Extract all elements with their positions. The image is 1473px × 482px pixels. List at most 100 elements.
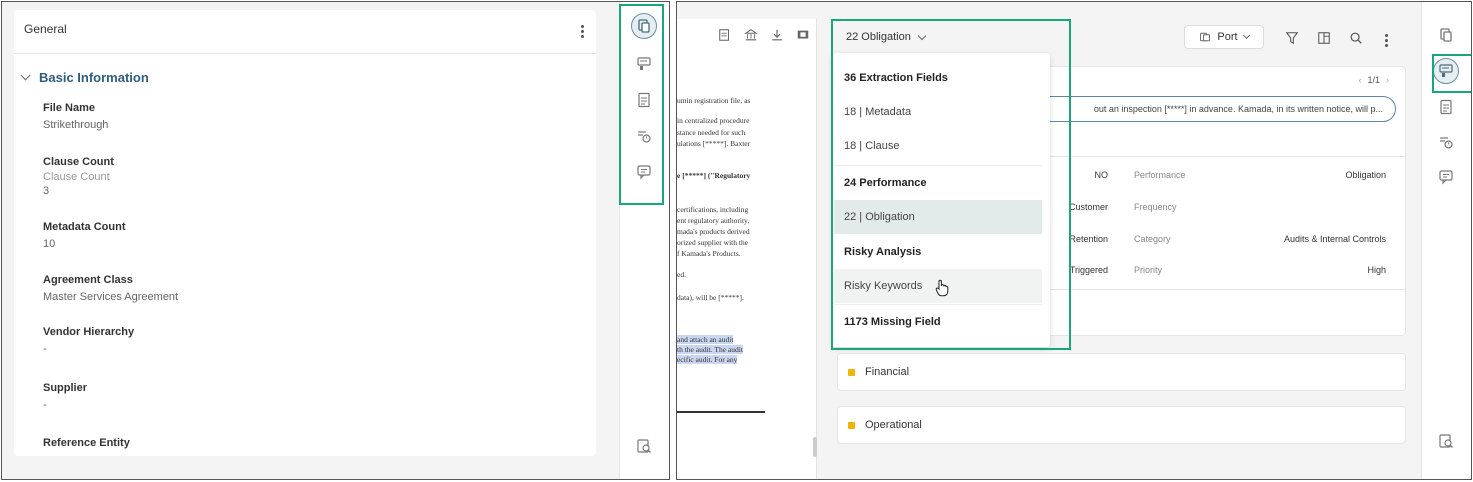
doc-horizontal-rule [677, 411, 765, 413]
field-label: Agreement Class [43, 274, 133, 286]
document-icon [1440, 99, 1452, 115]
search-document-rail-button[interactable] [631, 433, 657, 459]
search-document-icon [637, 439, 651, 453]
dropdown-group-missing-field[interactable]: 1173 Missing Field [834, 305, 1042, 339]
attr-value: Audits & Internal Controls [1283, 234, 1386, 244]
doc-text-line: data), will be [*****]. [677, 293, 744, 302]
extraction-icon [1439, 64, 1453, 77]
chevron-down-icon [20, 70, 31, 81]
accordion-label: Operational [865, 419, 922, 431]
document-viewer: umin registration file, as in centralize… [677, 19, 817, 479]
field-metadata-count: Metadata Count 10 [43, 221, 126, 251]
dropdown-item-obligation[interactable]: 22 | Obligation [834, 200, 1042, 234]
port-button[interactable]: Port [1184, 25, 1264, 49]
layout-icon[interactable] [1316, 30, 1332, 46]
general-card: General Basic Information File Name Stri… [14, 10, 596, 456]
doc-highlighted-line[interactable]: ecific audit. For any [677, 355, 738, 364]
extraction-rail-button[interactable] [1433, 58, 1459, 84]
field-value: - [43, 399, 47, 411]
obligation-select-value: 22 Obligation [846, 31, 911, 43]
field-file-name: File Name Strikethrough [43, 102, 108, 132]
dropdown-item-clause[interactable]: 18 | Clause [834, 129, 1042, 163]
doc-text-line: stance needed for such [677, 128, 746, 137]
doc-highlighted-line[interactable]: and attach an audit [677, 335, 734, 344]
details-rail-button[interactable] [1433, 22, 1459, 48]
doc-text-line: e [*****] ("Regulatory [677, 171, 751, 180]
doc-text-line: orized supplier with the [677, 238, 749, 247]
chevron-down-icon [917, 31, 927, 40]
field-reference-entity: Reference Entity [43, 437, 130, 453]
accordion-financial[interactable]: Financial [837, 353, 1406, 391]
doc-text-line: ulations [*****]. Baxter [677, 139, 751, 148]
history-icon [1440, 137, 1453, 149]
doc-highlighted-line[interactable]: th the audit. The audit [677, 345, 743, 354]
filter-icon[interactable] [1284, 30, 1300, 46]
history-rail-button[interactable] [1433, 129, 1459, 155]
more-options-icon[interactable] [1381, 31, 1391, 49]
prev-icon[interactable]: ‹ [1358, 75, 1361, 85]
search-icon[interactable] [1348, 30, 1364, 46]
dropdown-group-performance[interactable]: 24 Performance [834, 166, 1042, 200]
history-icon [638, 131, 651, 143]
download-icon[interactable] [769, 27, 785, 43]
search-document-icon [1439, 434, 1453, 448]
field-label: Clause Count [43, 156, 114, 168]
port-button-label: Port [1217, 31, 1238, 43]
next-icon[interactable]: › [1386, 75, 1389, 85]
doc-scrollbar[interactable] [813, 437, 817, 457]
comment-icon [1439, 170, 1453, 185]
doc-text-line: mada's products derived [677, 227, 750, 236]
obligation-dropdown-menu: 36 Extraction Fields 18 | Metadata 18 | … [832, 53, 1050, 347]
field-supplier: Supplier - [43, 382, 87, 412]
section-title: Basic Information [39, 70, 149, 85]
doc-text-line: in centralized procedure [677, 116, 750, 125]
left-screenshot-panel: General Basic Information File Name Stri… [1, 1, 670, 480]
chevron-down-icon [1242, 31, 1250, 40]
attr-label: Priority [1134, 265, 1163, 275]
dropdown-item-metadata[interactable]: 18 | Metadata [834, 95, 1042, 129]
doc-text-line: umin registration file, as [677, 96, 751, 105]
category-dot [848, 368, 855, 376]
attr-label: Frequency [1134, 202, 1177, 212]
edit-doc-icon[interactable] [717, 27, 733, 43]
more-options-icon[interactable] [577, 22, 587, 40]
dropdown-group-risky-analysis[interactable]: Risky Analysis [834, 235, 1042, 269]
field-label: Metadata Count [43, 221, 126, 233]
accordion-operational[interactable]: Operational [837, 406, 1406, 444]
field-label: File Name [43, 102, 95, 114]
obligation-select[interactable]: 22 Obligation [846, 31, 927, 43]
documents-icon [1440, 28, 1452, 42]
comments-rail-button[interactable] [631, 159, 657, 185]
right-side-rail [1421, 2, 1471, 479]
field-placeholder: Clause Count [43, 171, 110, 183]
documents-icon [638, 19, 650, 33]
bank-icon[interactable] [743, 27, 759, 43]
left-side-rail [619, 2, 669, 479]
attr-label: Performance [1134, 170, 1186, 180]
doc-text-line: f Kamada's Products. [677, 249, 741, 258]
pager: ‹ 1/1 › [1358, 75, 1389, 85]
attr-value: Obligation [1345, 170, 1386, 180]
present-icon[interactable] [795, 27, 811, 43]
field-value: 10 [43, 238, 56, 250]
history-rail-button[interactable] [631, 123, 657, 149]
extraction-icon [637, 57, 651, 70]
general-card-title: General [24, 22, 67, 36]
document-rail-button[interactable] [631, 87, 657, 113]
comments-rail-button[interactable] [1433, 164, 1459, 190]
field-value: - [43, 343, 47, 355]
details-rail-button[interactable] [631, 13, 657, 39]
doc-text-line: ent regulatory authority, [677, 216, 750, 225]
field-label: Reference Entity [43, 437, 130, 449]
search-document-rail-button[interactable] [1433, 428, 1459, 454]
category-dot [848, 421, 855, 429]
document-icon [638, 92, 650, 108]
document-toolbar [717, 27, 811, 43]
pager-value: 1/1 [1367, 75, 1380, 85]
dropdown-group-extraction-fields[interactable]: 36 Extraction Fields [834, 61, 1042, 95]
field-vendor-hierarchy: Vendor Hierarchy - [43, 326, 134, 356]
extraction-rail-button[interactable] [631, 51, 657, 77]
document-rail-button[interactable] [1433, 94, 1459, 120]
basic-information-toggle[interactable]: Basic Information [20, 70, 149, 85]
field-value: Strikethrough [43, 119, 109, 131]
